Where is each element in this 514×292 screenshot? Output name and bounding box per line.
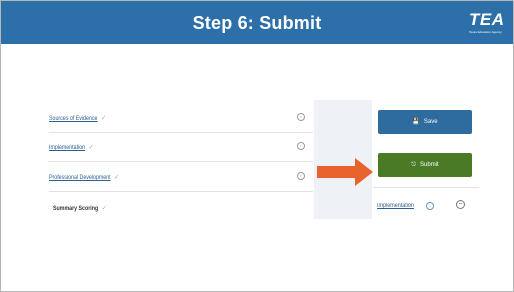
save-icon: 💾 (412, 119, 420, 125)
logo-text: TEA (469, 10, 505, 29)
logo-subtitle: Texas Education Agency (469, 30, 502, 34)
rubric-row-professional-development: Professional Development ✓ i (49, 168, 313, 192)
professional-development-link[interactable]: Professional Development ✓ (49, 173, 119, 181)
info-icon[interactable]: i (297, 113, 305, 121)
implementation-link[interactable]: Implementation ✓ (49, 143, 94, 151)
pointer-arrow (317, 158, 373, 186)
submit-button-label: Submit (420, 162, 439, 168)
slide-title: Step 6: Submit (192, 13, 322, 33)
rubric-row-summary-scoring: Summary Scoring ✓ (49, 199, 313, 223)
slide: Step 6: Submit TEA Texas Education Agenc… (0, 0, 514, 292)
summary-scoring-label[interactable]: Summary Scoring ✓ (53, 204, 107, 212)
rubric-row-sources: Sources of Evidence ✓ i (49, 109, 313, 133)
check-icon: ✓ (101, 205, 107, 212)
side-implementation-link[interactable]: Implementation (377, 203, 414, 209)
sources-of-evidence-link[interactable]: Sources of Evidence ✓ (49, 114, 106, 122)
row-divider (49, 132, 313, 133)
check-icon: ✓ (114, 174, 120, 181)
info-icon[interactable]: i (297, 172, 305, 180)
minus-circle-icon[interactable]: − (456, 200, 465, 209)
info-badge-icon[interactable]: i (426, 202, 434, 210)
slide-header: Step 6: Submit TEA Texas Education Agenc… (1, 1, 513, 44)
row-divider (49, 161, 313, 162)
submit-button[interactable]: ⎋ Submit (378, 153, 472, 177)
info-icon[interactable]: i (297, 142, 305, 150)
tea-logo: TEA Texas Education Agency (469, 10, 507, 38)
rubric-row-implementation: Implementation ✓ i (49, 138, 313, 162)
submit-icon: ⎋ (411, 162, 417, 168)
side-divider (373, 187, 479, 188)
row-divider (49, 191, 313, 192)
check-icon: ✓ (100, 115, 107, 122)
save-button[interactable]: 💾 Save (378, 110, 472, 134)
save-button-label: Save (423, 119, 438, 125)
arrow-shape (317, 158, 373, 186)
check-icon: ✓ (88, 144, 94, 151)
